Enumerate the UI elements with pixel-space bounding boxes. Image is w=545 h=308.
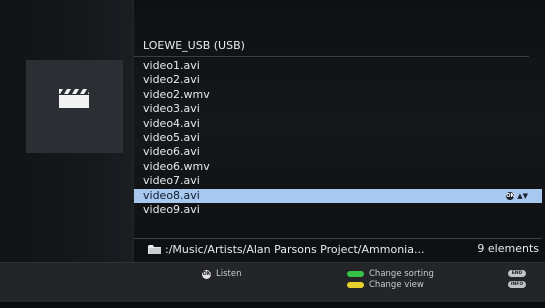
folder-icon	[148, 245, 161, 254]
current-path: :/Music/Artists/Alan Parsons Project/Amm…	[165, 242, 425, 256]
path-bar: :/Music/Artists/Alan Parsons Project/Amm…	[148, 241, 543, 257]
listen-label: Listen	[216, 269, 242, 279]
file-list[interactable]: video1.avi video2.avi video2.wmv video3.avi…	[134, 59, 542, 217]
list-item[interactable]: video6.wmv	[134, 160, 542, 174]
bottom-edge	[0, 302, 545, 308]
footer-hints: OK Listen Change sorting Change view END…	[0, 262, 545, 303]
file-name: video6.wmv	[143, 159, 210, 173]
list-item[interactable]: video3.avi	[134, 102, 542, 116]
up-down-arrows-icon: ▲▼	[517, 191, 528, 200]
file-name: video4.avi	[143, 116, 200, 130]
left-panel	[0, 0, 134, 262]
device-title: LOEWE_USB (USB)	[143, 39, 245, 52]
media-type-tile	[26, 60, 123, 153]
file-name: video5.avi	[143, 130, 200, 144]
file-name: video6.avi	[143, 145, 200, 159]
selection-actions: OK ▲▼	[506, 190, 528, 202]
element-count: 9 elements	[477, 242, 539, 255]
yellow-key-icon	[347, 282, 364, 288]
file-name: video7.avi	[143, 174, 200, 188]
list-item[interactable]: video7.avi	[134, 174, 542, 188]
list-item-selected[interactable]: video8.avi OK ▲▼	[134, 188, 542, 203]
end-key-icon[interactable]: END	[508, 270, 526, 277]
listen-hint[interactable]: OK Listen	[202, 269, 241, 279]
file-name: video8.avi	[143, 188, 200, 202]
title-divider	[134, 56, 529, 57]
change-view-label: Change view	[369, 280, 424, 290]
list-item[interactable]: video2.wmv	[134, 88, 542, 102]
file-name: video9.avi	[143, 202, 200, 216]
list-item[interactable]: video5.avi	[134, 131, 542, 145]
change-sorting-label: Change sorting	[369, 269, 434, 279]
green-key-icon	[347, 271, 364, 277]
change-view-hint[interactable]: Change view	[347, 280, 424, 290]
list-divider	[134, 238, 542, 239]
list-item[interactable]: video6.avi	[134, 145, 542, 159]
tv-screen: LOEWE_USB (USB) video1.avi video2.avi vide…	[0, 0, 545, 308]
ok-button-icon: OK	[202, 269, 211, 279]
file-name: video3.avi	[143, 102, 200, 116]
file-name: video2.avi	[143, 73, 200, 87]
list-item[interactable]: video2.avi	[134, 73, 542, 87]
file-name: video2.wmv	[143, 87, 210, 101]
list-item[interactable]: video4.avi	[134, 117, 542, 131]
film-clapper-icon	[59, 89, 89, 108]
info-key-icon[interactable]: INFO	[508, 281, 526, 288]
change-sorting-hint[interactable]: Change sorting	[347, 269, 434, 279]
list-item[interactable]: video9.avi	[134, 203, 542, 217]
ok-icon: OK	[506, 191, 515, 200]
file-name: video1.avi	[143, 59, 200, 72]
list-item[interactable]: video1.avi	[134, 59, 542, 73]
